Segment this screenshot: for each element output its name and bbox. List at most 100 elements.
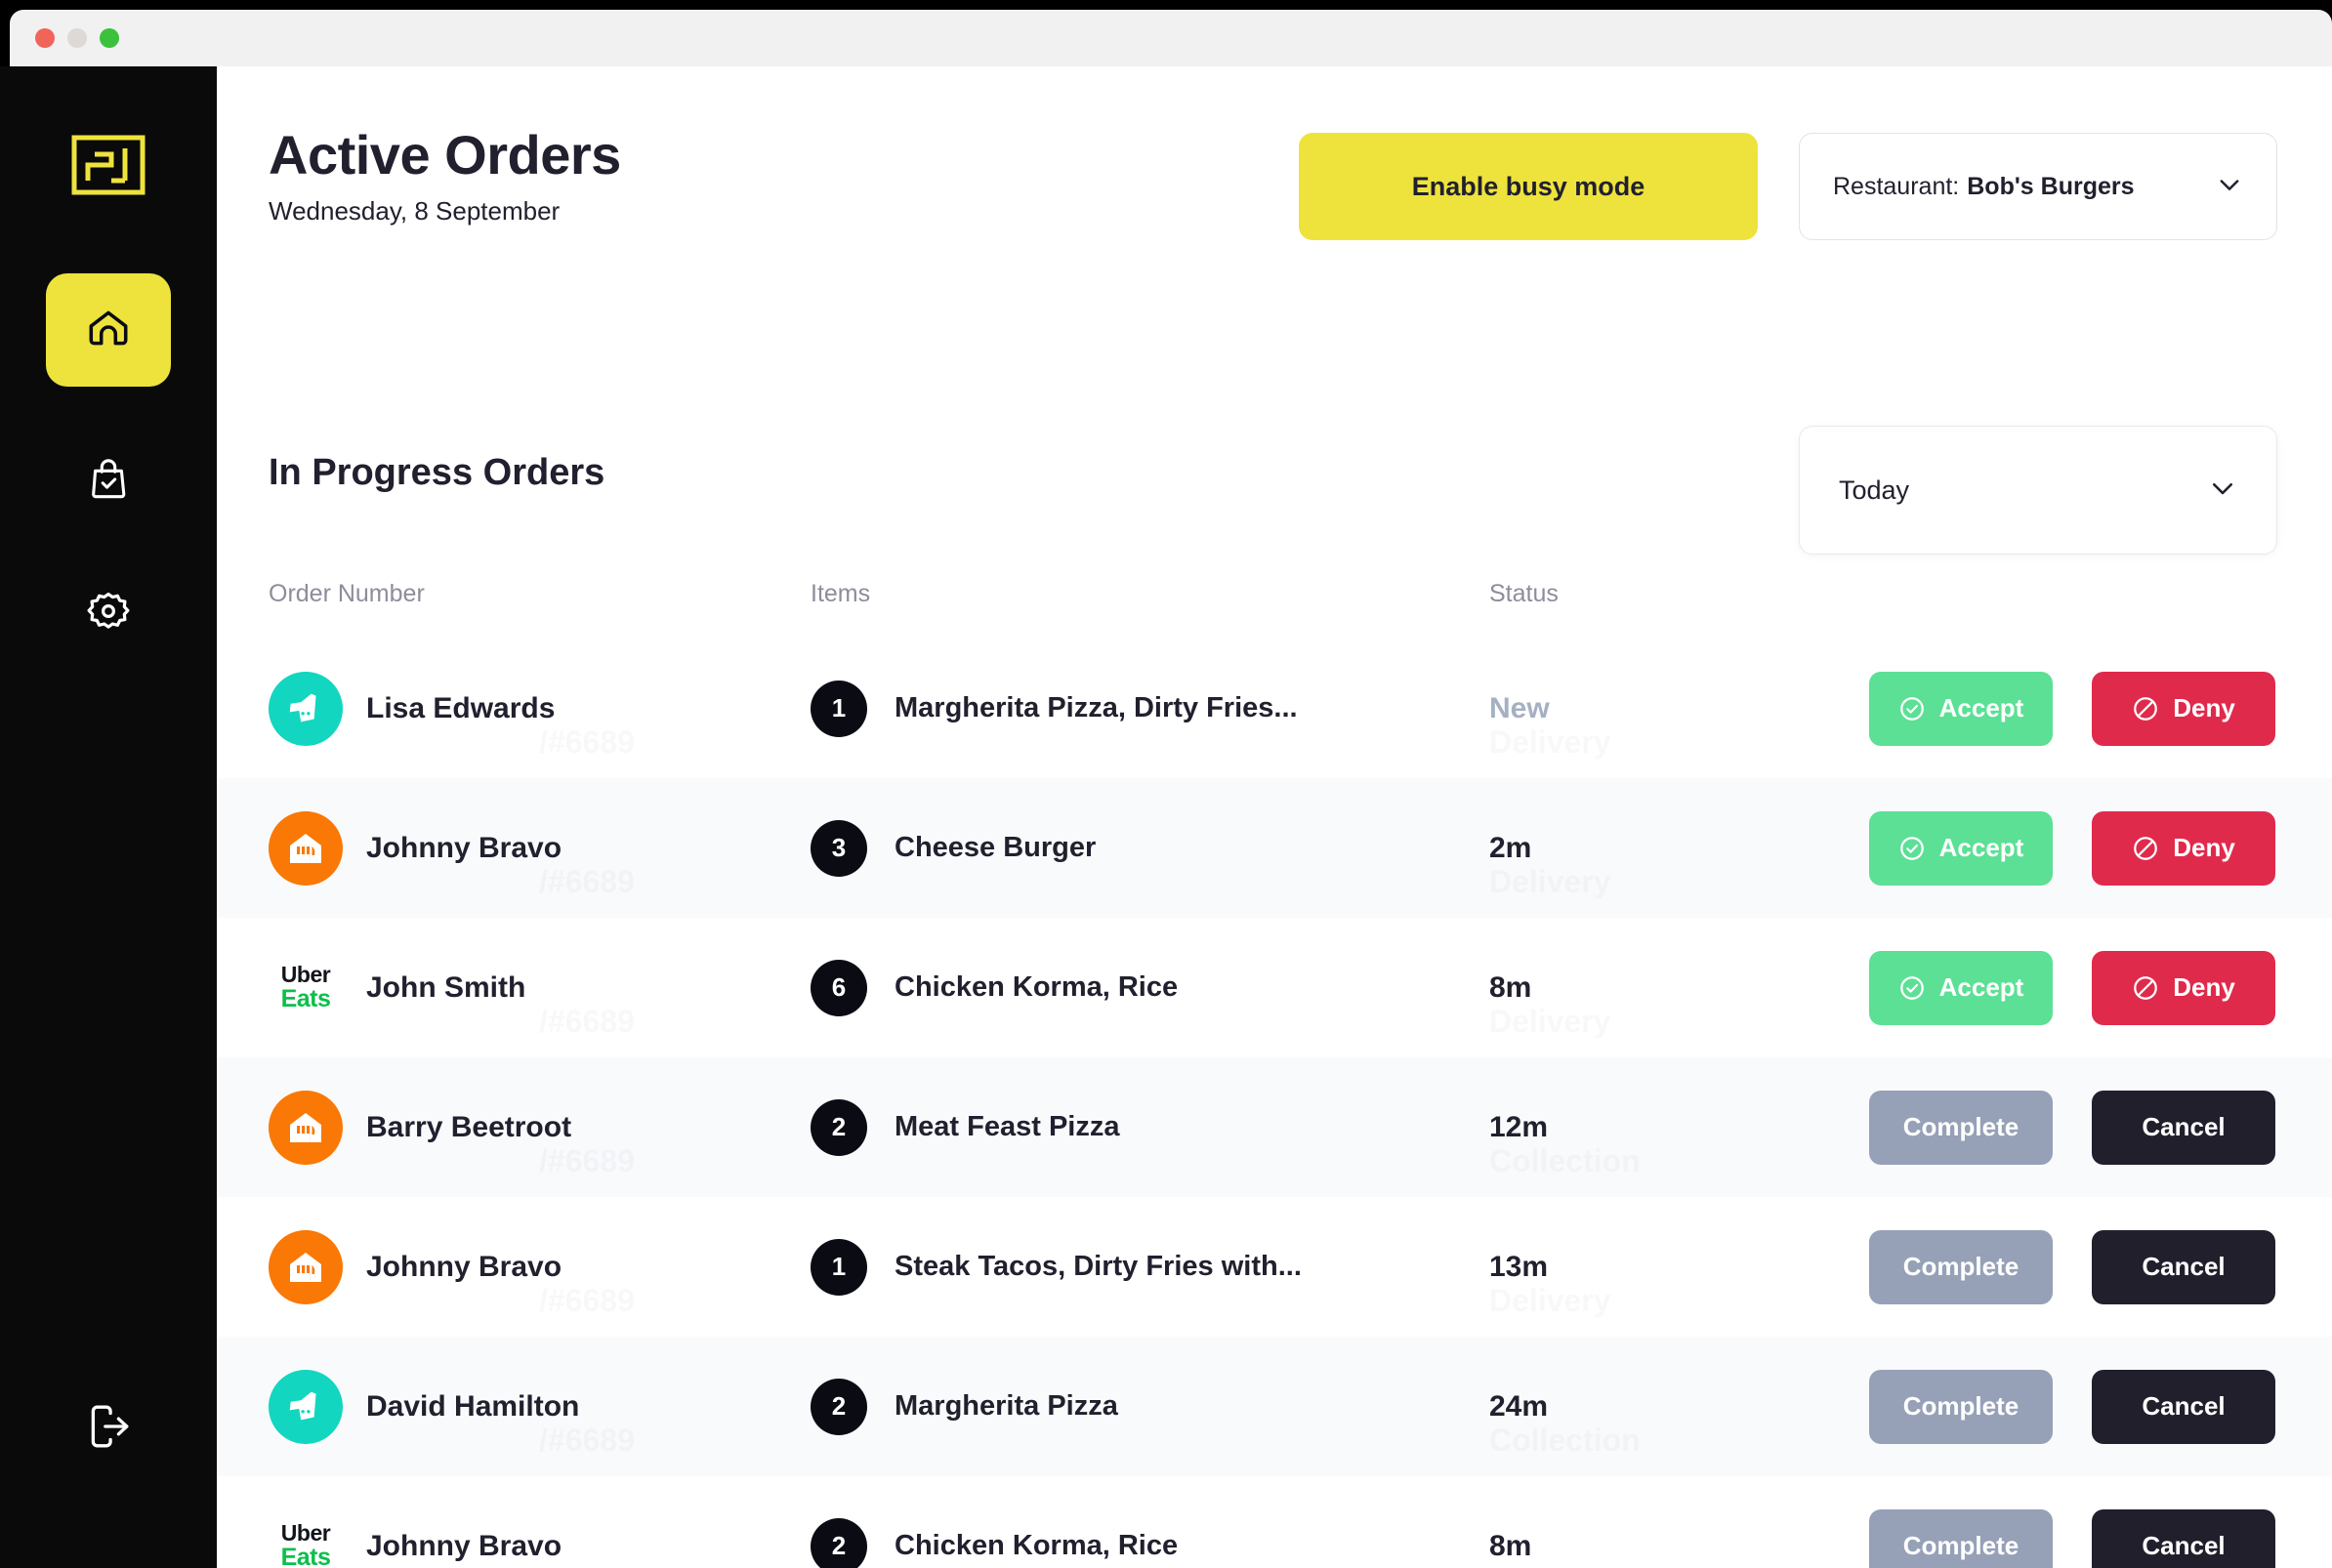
window-titlebar [10,10,2332,66]
items-summary: Margherita Pizza, Dirty Fries... [895,692,1298,723]
cell-status: 8m [1489,1476,1531,1568]
sidebar-item-home[interactable] [46,273,171,387]
uber-eats-logo-line1: Uber [280,961,331,987]
accept-order-button[interactable]: Accept [1869,950,2053,1025]
complete-order-button-label: Complete [1902,1112,2020,1141]
status-badge: 2m [1489,831,1532,864]
complete-order-button[interactable]: Complete [1869,1369,2053,1444]
cell-actions: Accept Deny [1869,639,2275,778]
just-eat-logo-icon [269,1229,343,1304]
cell-status: 2m [1489,778,1531,918]
cell-order-number: Lisa Edwards [269,639,555,778]
status-badge: 8m [1489,970,1532,1004]
sidebar-item-logout[interactable] [64,1394,152,1463]
accept-order-button-label: Accept [1938,833,2024,862]
sidebar-item-orders[interactable] [60,441,157,519]
cancel-order-button[interactable]: Cancel [2092,1090,2275,1165]
customer-name: Lisa Edwards [366,691,556,724]
cell-status: 12m [1489,1057,1548,1197]
minimize-window-button[interactable] [67,28,87,48]
brand-logo-icon [71,135,146,195]
just-eat-logo-icon [269,1090,343,1165]
date-range-value: Today [1839,475,1910,505]
customer-name: Johnny Bravo [366,831,562,864]
status-badge: 13m [1489,1250,1549,1283]
sidebar-item-settings[interactable] [60,574,157,652]
complete-order-button[interactable]: Complete [1869,1229,2053,1304]
chevron-down-icon [2216,171,2243,203]
uber-eats-logo-line1: Uber [280,1519,331,1546]
deliveroo-logo-icon [269,671,343,746]
cell-items: 1 Steak Tacos, Dirty Fries with... [811,1197,1302,1337]
chevron-down-icon [2208,474,2237,508]
complete-order-button[interactable]: Complete [1869,1090,2053,1165]
cell-order-number: Johnny Bravo [269,778,562,918]
cell-order-number: Uber Eats John Smith [269,918,526,1057]
customer-name: Barry Beetroot [366,1110,572,1143]
cell-actions: Accept Deny [1869,918,2275,1057]
order-id-watermark: /#6689 [539,1004,635,1039]
status-badge: New [1489,691,1550,724]
maximize-window-button[interactable] [100,28,119,48]
cell-status: 13m [1489,1197,1548,1337]
cancel-order-button[interactable]: Cancel [2092,1229,2275,1304]
status-badge: 24m [1489,1389,1549,1423]
table-row[interactable]: /#6689 Delivery Lisa Edwards 1 Margherit… [217,639,2332,778]
cell-items: 2 Margherita Pizza [811,1337,1118,1476]
complete-order-button[interactable]: Complete [1869,1508,2053,1568]
table-row-inner: /#6689 Collection David Hamilton 2 Margh… [217,1337,2332,1476]
column-header-items: Items [811,580,871,607]
accept-order-button[interactable]: Accept [1869,671,2053,746]
uber-eats-logo-icon: Uber Eats [269,954,343,1022]
enable-busy-mode-button[interactable]: Enable busy mode [1299,133,1758,240]
deny-order-button[interactable]: Deny [2092,810,2275,886]
customer-name: Johnny Bravo [366,1529,562,1562]
uber-eats-logo-line2: Eats [280,984,331,1012]
cell-order-number: Uber Eats Johnny Bravo [269,1476,562,1568]
date-range-selector[interactable]: Today [1799,426,2277,555]
table-row[interactable]: /#6689 Collection Barry Beetroot 2 Meat … [217,1057,2332,1197]
item-quantity-badge: 6 [811,959,867,1016]
customer-name: Johnny Bravo [366,1250,562,1283]
items-summary: Cheese Burger [895,832,1097,863]
just-eat-logo-icon [269,810,343,886]
column-header-order-number: Order Number [269,580,425,607]
cancel-order-button[interactable]: Cancel [2092,1508,2275,1568]
restaurant-selector-label: Restaurant: [1833,172,1960,200]
deny-order-button[interactable]: Deny [2092,671,2275,746]
cell-items: 2 Meat Feast Pizza [811,1057,1119,1197]
complete-order-button-label: Complete [1902,1252,2020,1281]
cell-order-number: Johnny Bravo [269,1197,562,1337]
app-window: Active Orders Wednesday, 8 September Ena… [0,0,2332,1568]
uber-eats-logo-icon: Uber Eats [269,1512,343,1568]
main-content: Active Orders Wednesday, 8 September Ena… [217,66,2332,1568]
table-row[interactable]: /#6689 Collection David Hamilton 2 Margh… [217,1337,2332,1476]
sidebar-nav [46,273,171,652]
close-window-button[interactable] [35,28,55,48]
table-row[interactable]: /#6689 Delivery Johnny Bravo 3 Cheese Bu… [217,778,2332,918]
status-badge: 12m [1489,1110,1549,1143]
table-row[interactable]: /#6689 Delivery Johnny Bravo 1 Steak Tac… [217,1197,2332,1337]
restaurant-selector[interactable]: Restaurant: Bob's Burgers [1799,133,2277,240]
accept-order-button[interactable]: Accept [1869,810,2053,886]
deny-order-button[interactable]: Deny [2092,950,2275,1025]
deny-order-button-label: Deny [2173,972,2235,1002]
sidebar [0,66,217,1568]
customer-name: David Hamilton [366,1389,580,1423]
complete-order-button-label: Complete [1902,1391,2020,1421]
cell-order-number: David Hamilton [269,1337,579,1476]
items-summary: Chicken Korma, Rice [895,1530,1179,1561]
table-row[interactable]: /#6689 Delivery Uber Eats Johnny Bravo 2… [217,1476,2332,1568]
deny-order-button-label: Deny [2173,833,2235,862]
item-quantity-badge: 2 [811,1517,867,1568]
cancel-order-button-label: Cancel [2142,1391,2226,1421]
cancel-order-button[interactable]: Cancel [2092,1369,2275,1444]
home-icon [84,304,133,357]
items-summary: Meat Feast Pizza [895,1111,1120,1142]
table-row[interactable]: /#6689 Delivery Uber Eats John Smith 6 C… [217,918,2332,1057]
cell-status: 8m [1489,918,1531,1057]
item-quantity-badge: 3 [811,819,867,877]
cell-actions: Complete Cancel [1869,1337,2275,1476]
cancel-order-button-label: Cancel [2142,1112,2226,1141]
logout-icon [84,1402,133,1456]
